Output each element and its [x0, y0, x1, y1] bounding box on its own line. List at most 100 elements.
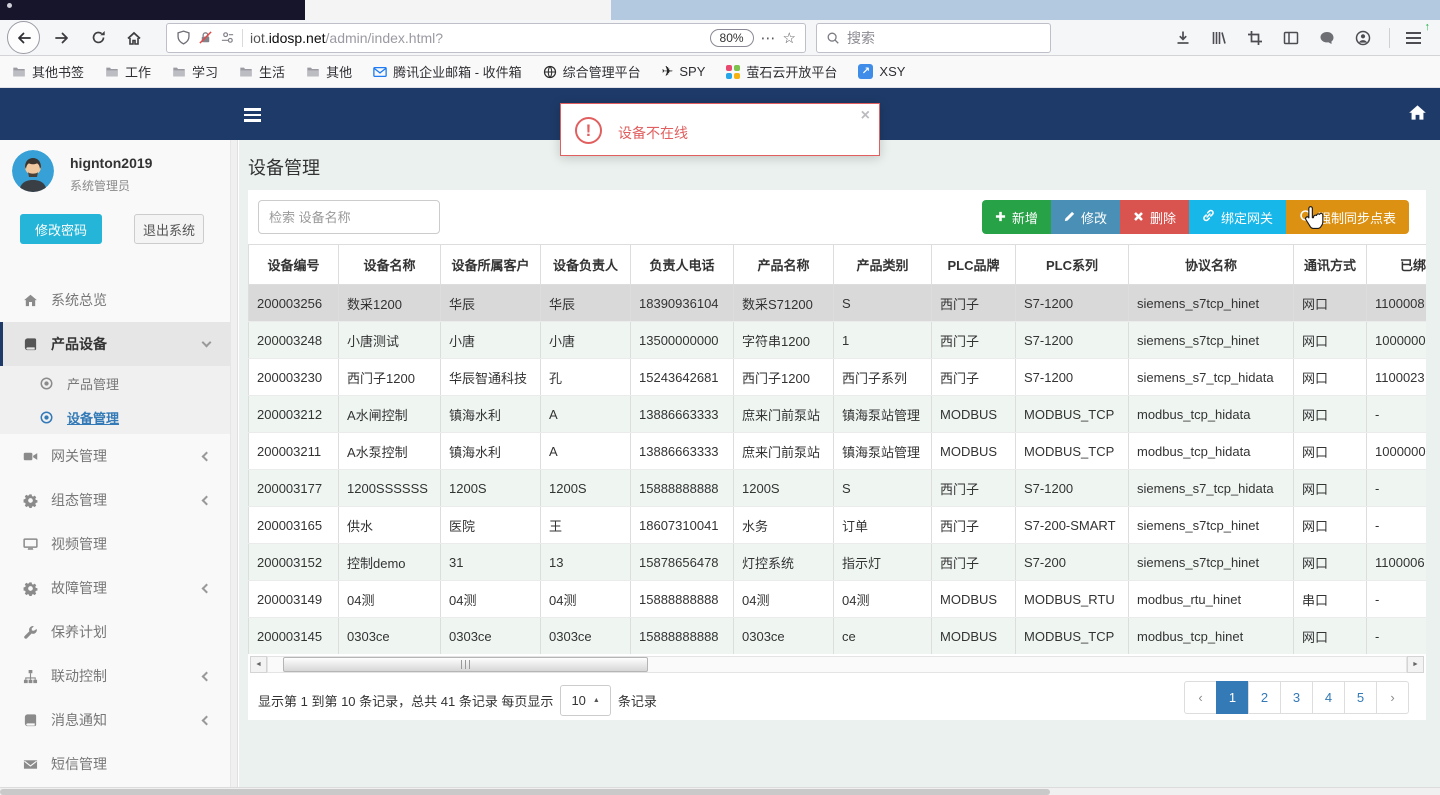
bookmark-item[interactable]: 生活 [239, 62, 285, 81]
sidebar-scrollbar[interactable] [230, 140, 238, 787]
zoom-indicator[interactable]: 80% [709, 28, 754, 47]
messages-button[interactable] [1313, 24, 1341, 52]
pager-page-3[interactable]: 3 [1280, 681, 1313, 714]
table-row[interactable]: 200003230 西门子1200 华辰智通科技孔 15243642681 西门子120… [248, 358, 1426, 396]
column-header[interactable]: PLC系列 [1015, 244, 1129, 285]
sidebar-item-maintenance-plan[interactable]: 保养计划 [0, 610, 230, 654]
sidebar-item-product-device[interactable]: 产品设备 [0, 322, 230, 366]
column-header[interactable]: 设备所属客户 [440, 244, 541, 285]
page-size-select[interactable]: 10 ▲ [560, 685, 611, 716]
avatar[interactable] [12, 150, 54, 192]
bookmark-item[interactable]: 萤石云开放平台 [726, 62, 837, 81]
library-button[interactable] [1205, 24, 1233, 52]
bookmark-item[interactable]: ↗ XSY [858, 64, 905, 79]
bookmark-item[interactable]: ✈ SPY [662, 63, 706, 80]
forward-button[interactable] [48, 24, 76, 52]
device-search-input[interactable] [258, 200, 440, 234]
edit-button[interactable]: 修改 [1050, 200, 1120, 234]
bookmark-item[interactable]: 综合管理平台 [543, 62, 641, 81]
browser-horizontal-scrollbar[interactable] [0, 787, 1440, 795]
pager-page-1[interactable]: 1 [1216, 681, 1249, 714]
table-cell: A水闸控制 [338, 395, 441, 433]
permissions-icon[interactable] [220, 30, 235, 45]
table-row[interactable]: 200003165 供水 医院王 18607310041 水务 订单 西门子 S7-200-S… [248, 506, 1426, 544]
table-row[interactable]: 200003149 04测 04测 04测 15888888888 04测 04测 MODBU… [248, 580, 1426, 618]
table-row[interactable]: 200003212 A水闸控制 镇海水利 A 13886663333 庶来门前泵站 镇海泵站… [248, 395, 1426, 433]
bookmark-item[interactable]: 其他 [306, 62, 352, 81]
back-button[interactable] [7, 21, 40, 54]
app-home-button[interactable] [1408, 103, 1427, 125]
column-header[interactable]: 产品类别 [833, 244, 932, 285]
table-row[interactable]: 200003177 1200SSSSSS 1200S 1200S 15888888888… [248, 469, 1426, 507]
shield-icon[interactable] [176, 30, 191, 45]
add-button[interactable]: 新增 [981, 200, 1051, 234]
reload-button[interactable] [84, 24, 112, 52]
scrollbar-thumb[interactable] [283, 657, 648, 672]
url-domain: idosp.net [268, 29, 326, 46]
table-cell: siemens_s7_tcp_hidata [1128, 469, 1294, 507]
bookmark-item[interactable]: 工作 [105, 62, 151, 81]
scroll-right-arrow[interactable]: ► [1407, 656, 1424, 673]
blocked-lock-icon[interactable] [198, 30, 213, 45]
sidebar-item-linkage-control[interactable]: 联动控制 [0, 654, 230, 698]
table-row[interactable]: 200003256 数采1200 华辰 华辰 18390936104 数采S71200 S 西… [248, 284, 1426, 322]
scroll-left-arrow[interactable]: ◄ [250, 656, 267, 673]
pager-page-2[interactable]: 2 [1248, 681, 1281, 714]
pager-prev[interactable]: ‹ [1184, 681, 1217, 714]
change-password-button[interactable]: 修改密码 [20, 214, 102, 244]
table-cell: 15888888888 [630, 469, 734, 507]
account-icon [1355, 30, 1371, 45]
pager-page-5[interactable]: 5 [1344, 681, 1377, 714]
browser-scrollbar-thumb[interactable] [0, 789, 1050, 795]
sidebar-item-device-mgmt[interactable]: 设备管理 [0, 400, 230, 434]
url-bar[interactable]: iot.idosp.net/admin/index.html? 80% ⋯ ☆ [166, 22, 806, 53]
sidebar-item-sms-mgmt[interactable]: 短信管理 [0, 742, 230, 786]
browser-search-bar[interactable]: 搜索 [816, 22, 1051, 53]
sidebar-item-overview[interactable]: 系统总览 [0, 278, 230, 322]
sidebar-item-config-mgmt[interactable]: 组态管理 [0, 478, 230, 522]
scrollbar-track[interactable] [267, 656, 1407, 673]
alert-close-icon[interactable]: × [861, 107, 870, 125]
column-header[interactable]: 设备负责人 [540, 244, 631, 285]
table-row[interactable]: 200003248 小唐测试 小唐 小唐 13500000000 字符串1200 1 西门子 S… [248, 321, 1426, 359]
delete-button[interactable]: 删除 [1119, 200, 1189, 234]
bookmark-item[interactable]: 腾讯企业邮箱 - 收件箱 [373, 62, 522, 81]
tabstrip-empty-area[interactable] [611, 0, 1440, 20]
bookmark-star-icon[interactable]: ☆ [783, 29, 796, 47]
sidebar-item-video-mgmt[interactable]: 视频管理 [0, 522, 230, 566]
column-header[interactable]: 产品名称 [733, 244, 834, 285]
sidebar-item-message-notice[interactable]: 消息通知 [0, 698, 230, 742]
table-row[interactable]: 200003145 0303ce 0303ce 0303ce 15888888888 03… [248, 617, 1426, 654]
bind-gateway-button[interactable]: 绑定网关 [1188, 200, 1286, 234]
active-tab[interactable] [305, 0, 611, 20]
table-row[interactable]: 200003152 控制demo 31 13 15878656478 灯控系统 指示灯 西门子… [248, 543, 1426, 581]
app-menu-button[interactable]: ↑ [1398, 21, 1430, 52]
table-row[interactable]: 200003211 A水泵控制 镇海水利 A 13886663333 庶来门前泵站 镇海泵站… [248, 432, 1426, 470]
account-button[interactable] [1349, 24, 1377, 52]
home-button[interactable] [120, 24, 148, 52]
column-header[interactable]: 设备名称 [338, 244, 441, 285]
column-header[interactable]: 已绑定网关 [1366, 244, 1426, 285]
screenshot-button[interactable] [1241, 24, 1269, 52]
page-actions-icon[interactable]: ⋯ [761, 29, 776, 47]
pager-page-4[interactable]: 4 [1312, 681, 1345, 714]
sidebar-collapse-icon[interactable] [244, 105, 261, 125]
column-header[interactable]: 设备编号 [248, 244, 339, 285]
url-text[interactable]: iot.idosp.net/admin/index.html? [250, 30, 443, 46]
sidebar-toggle-button[interactable] [1277, 24, 1305, 52]
bookmark-item[interactable]: 其他书签 [12, 62, 84, 81]
downloads-button[interactable] [1169, 24, 1197, 52]
sidebar-item-gateway-mgmt[interactable]: 网关管理 [0, 434, 230, 478]
sidebar-item-product-mgmt[interactable]: 产品管理 [0, 366, 230, 400]
bookmark-item[interactable]: 学习 [172, 62, 218, 81]
column-header[interactable]: 协议名称 [1128, 244, 1294, 285]
column-header[interactable]: 负责人电话 [630, 244, 734, 285]
column-header[interactable]: PLC品牌 [931, 244, 1016, 285]
bookmark-label: 生活 [259, 65, 286, 80]
pager-next[interactable]: › [1376, 681, 1409, 714]
table-cell: 医院 [440, 506, 541, 544]
pagination-summary-suffix: 条记录 [617, 694, 657, 709]
logout-button[interactable]: 退出系统 [134, 214, 204, 244]
sidebar-item-fault-mgmt[interactable]: 故障管理 [0, 566, 230, 610]
column-header[interactable]: 通讯方式 [1293, 244, 1367, 285]
